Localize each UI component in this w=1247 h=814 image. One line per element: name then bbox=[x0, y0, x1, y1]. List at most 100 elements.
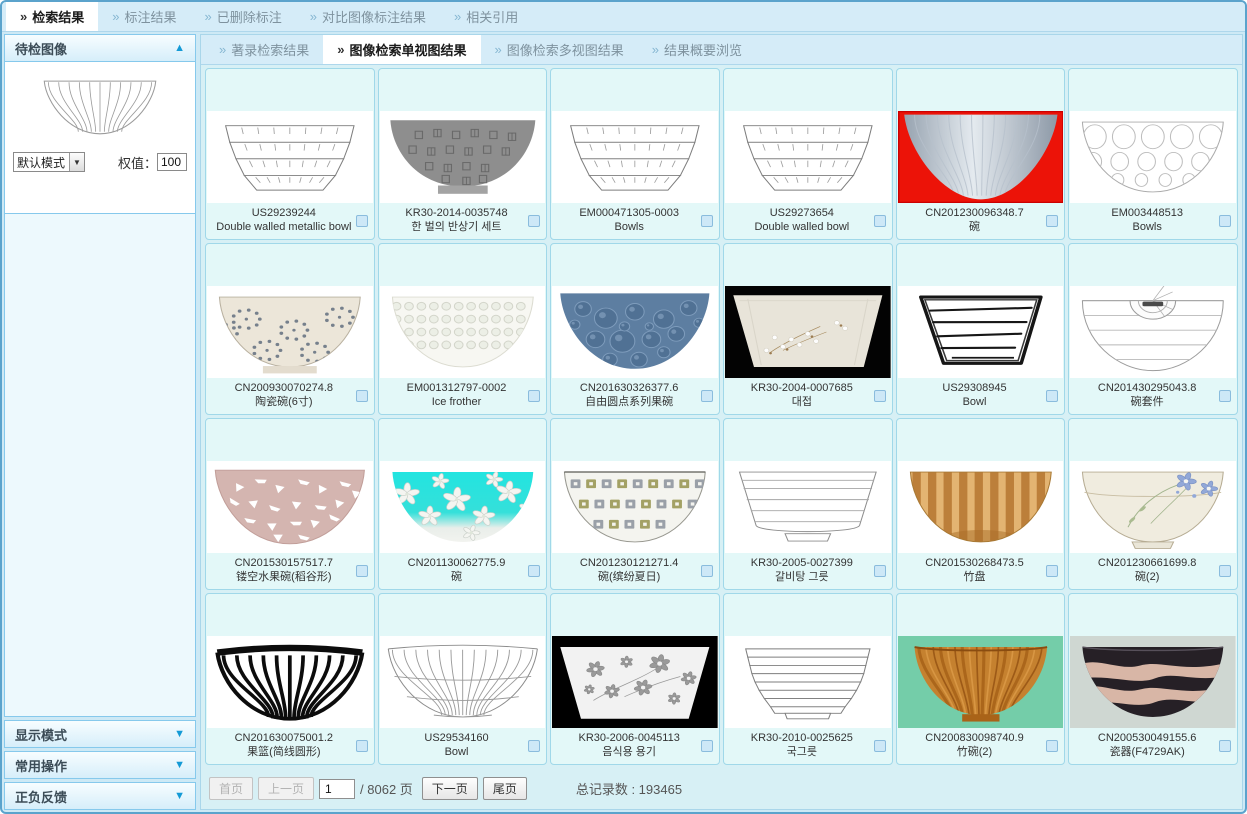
result-checkbox[interactable] bbox=[356, 390, 368, 402]
first-page-button[interactable]: 首页 bbox=[209, 777, 253, 800]
result-image-wireframe[interactable] bbox=[380, 636, 546, 728]
top-tab[interactable]: »已删除标注 bbox=[191, 2, 296, 31]
result-tab[interactable]: »结果概要浏览 bbox=[638, 35, 756, 64]
select-arrow-icon[interactable]: ▼ bbox=[69, 153, 84, 171]
result-checkbox[interactable] bbox=[874, 740, 886, 752]
result-image-circles[interactable] bbox=[1070, 111, 1236, 203]
result-checkbox[interactable] bbox=[701, 565, 713, 577]
result-card[interactable]: CN201130062775.9碗 bbox=[378, 418, 548, 590]
result-card[interactable]: CN201230096348.7碗 bbox=[896, 68, 1066, 240]
result-checkbox[interactable] bbox=[1219, 740, 1231, 752]
result-image-wireBasket[interactable] bbox=[207, 636, 373, 728]
result-checkbox[interactable] bbox=[701, 390, 713, 402]
collapse-up-icon[interactable]: ▲ bbox=[174, 42, 185, 54]
result-image-blueBubbles[interactable] bbox=[552, 286, 718, 378]
sidebar-panel-header[interactable]: 正负反馈▼ bbox=[4, 782, 196, 810]
top-tab-label: 已删除标注 bbox=[217, 7, 282, 26]
top-tab[interactable]: »相关引用 bbox=[440, 2, 532, 31]
result-card[interactable]: CN201630326377.6自由圆点系列果碗 bbox=[550, 243, 720, 415]
result-card[interactable]: EM001312797-0002Ice frother bbox=[378, 243, 548, 415]
result-image-flowerBlack[interactable] bbox=[725, 286, 891, 378]
result-card[interactable]: CN201530157517.7镂空水果碗(稻谷形) bbox=[205, 418, 375, 590]
result-image-floralGray[interactable] bbox=[552, 636, 718, 728]
result-image-dotRings[interactable] bbox=[207, 286, 373, 378]
result-checkbox[interactable] bbox=[1219, 565, 1231, 577]
sidebar-panel-header[interactable]: 显示模式▼ bbox=[4, 720, 196, 748]
result-checkbox[interactable] bbox=[874, 565, 886, 577]
result-card[interactable]: US29239244Double walled metallic bowl bbox=[205, 68, 375, 240]
result-image-bumps[interactable] bbox=[380, 286, 546, 378]
result-checkbox[interactable] bbox=[1046, 215, 1058, 227]
sidebar-panel-header[interactable]: 常用操作▼ bbox=[4, 751, 196, 779]
result-card[interactable]: EM003448513Bowls bbox=[1068, 68, 1238, 240]
result-card[interactable]: CN201430295043.8碗套件 bbox=[1068, 243, 1238, 415]
prev-page-button[interactable]: 上一页 bbox=[258, 777, 314, 800]
result-card[interactable]: US29273654Double walled bowl bbox=[723, 68, 893, 240]
page-number-input[interactable] bbox=[319, 779, 355, 799]
result-checkbox[interactable] bbox=[528, 215, 540, 227]
result-card[interactable]: KR30-2014-0035748한 벌의 반상기 세트 bbox=[378, 68, 548, 240]
result-checkbox[interactable] bbox=[1046, 565, 1058, 577]
result-card[interactable]: US29308945Bowl bbox=[896, 243, 1066, 415]
result-checkbox[interactable] bbox=[1046, 390, 1058, 402]
result-image-pinkPierced[interactable] bbox=[207, 461, 373, 553]
result-checkbox[interactable] bbox=[701, 740, 713, 752]
expand-down-icon[interactable]: ▼ bbox=[174, 790, 185, 802]
result-card[interactable]: US29534160Bowl bbox=[378, 593, 548, 765]
expand-down-icon[interactable]: ▼ bbox=[174, 759, 185, 771]
last-page-button[interactable]: 尾页 bbox=[483, 777, 527, 800]
next-page-button[interactable]: 下一页 bbox=[422, 777, 478, 800]
result-image-stepped[interactable] bbox=[725, 636, 891, 728]
result-checkbox[interactable] bbox=[356, 215, 368, 227]
result-card[interactable]: CN201630075001.2果篮(简线圆形) bbox=[205, 593, 375, 765]
result-image-semicircle[interactable] bbox=[1070, 286, 1236, 378]
result-card[interactable]: KR30-2004-0007685대접 bbox=[723, 243, 893, 415]
result-tab[interactable]: »图像检索单视图结果 bbox=[323, 35, 480, 64]
result-card[interactable]: CN201230661699.8碗(2) bbox=[1068, 418, 1238, 590]
result-card[interactable]: EM000471305-0003Bowls bbox=[550, 68, 720, 240]
mode-select[interactable]: 默认模式 ▼ bbox=[13, 152, 85, 172]
result-tab[interactable]: »图像检索多视图结果 bbox=[481, 35, 638, 64]
result-image-grayEngraved[interactable] bbox=[380, 111, 546, 203]
query-image-panel-header[interactable]: 待检图像 ▲ bbox=[4, 34, 196, 62]
result-image-cyanFlowers[interactable] bbox=[380, 461, 546, 553]
result-image-woodTeal[interactable] bbox=[898, 636, 1064, 728]
result-image-banded[interactable] bbox=[725, 461, 891, 553]
result-image-tiered[interactable] bbox=[207, 111, 373, 203]
result-checkbox[interactable] bbox=[1219, 390, 1231, 402]
result-card[interactable]: CN201530268473.5竹盘 bbox=[896, 418, 1066, 590]
result-card[interactable]: CN201230121271.4碗(缤纷夏日) bbox=[550, 418, 720, 590]
top-tab[interactable]: »标注结果 bbox=[98, 2, 190, 31]
expand-down-icon[interactable]: ▼ bbox=[174, 728, 185, 740]
result-checkbox[interactable] bbox=[1046, 740, 1058, 752]
top-tab[interactable]: »检索结果 bbox=[6, 2, 98, 31]
result-card[interactable]: CN200930070274.8陶瓷碗(6寸) bbox=[205, 243, 375, 415]
result-image-checkSquares[interactable] bbox=[552, 461, 718, 553]
result-checkbox[interactable] bbox=[528, 390, 540, 402]
result-card[interactable]: CN200830098740.9竹碗(2) bbox=[896, 593, 1066, 765]
result-card[interactable]: KR30-2006-0045113음식용 용기 bbox=[550, 593, 720, 765]
result-tab[interactable]: »著录检索结果 bbox=[205, 35, 323, 64]
result-card[interactable]: KR30-2005-0027399갈비탕 그릇 bbox=[723, 418, 893, 590]
result-checkbox[interactable] bbox=[874, 390, 886, 402]
result-checkbox[interactable] bbox=[701, 215, 713, 227]
result-checkbox[interactable] bbox=[528, 740, 540, 752]
result-caption: KR30-2006-0045113음식용 용기 bbox=[551, 728, 719, 764]
result-caption: US29273654Double walled bowl bbox=[724, 203, 892, 239]
result-checkbox[interactable] bbox=[874, 215, 886, 227]
result-card[interactable]: KR30-2010-0025625국그릇 bbox=[723, 593, 893, 765]
result-image-tiered[interactable] bbox=[552, 111, 718, 203]
top-tab[interactable]: »对比图像标注结果 bbox=[296, 2, 440, 31]
result-image-darkWaves[interactable] bbox=[1070, 636, 1236, 728]
result-checkbox[interactable] bbox=[528, 565, 540, 577]
result-image-silverRed[interactable] bbox=[898, 111, 1064, 203]
result-card[interactable]: CN200530049155.6瓷器(F4729AK) bbox=[1068, 593, 1238, 765]
result-image-creamBlueflower[interactable] bbox=[1070, 461, 1236, 553]
result-checkbox[interactable] bbox=[356, 740, 368, 752]
result-checkbox[interactable] bbox=[356, 565, 368, 577]
result-image-tiered[interactable] bbox=[725, 111, 891, 203]
result-image-bamboo[interactable] bbox=[898, 461, 1064, 553]
result-image-sketch[interactable] bbox=[898, 286, 1064, 378]
result-checkbox[interactable] bbox=[1219, 215, 1231, 227]
weight-input[interactable] bbox=[157, 153, 187, 171]
